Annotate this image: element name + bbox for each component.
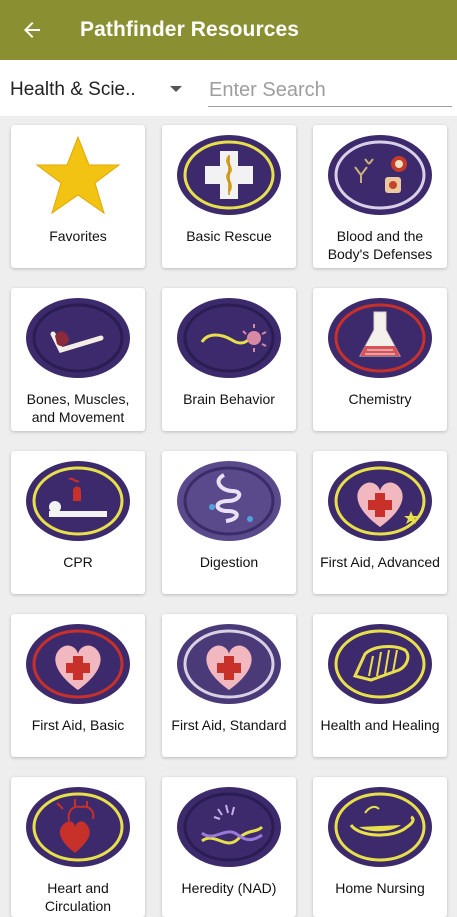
first-aid-advanced-patch-icon — [325, 457, 435, 545]
resource-card-brain-behavior[interactable]: Brain Behavior — [162, 288, 296, 431]
resource-grid: Favorites Basic Rescue Blood and the Bod… — [0, 116, 457, 917]
resource-card-chemistry[interactable]: Chemistry — [313, 288, 447, 431]
resource-card-label: Digestion — [199, 554, 259, 570]
resource-card-blood-defenses[interactable]: Blood and the Body's Defenses — [313, 125, 447, 268]
resource-card-label: First Aid, Basic — [31, 717, 125, 733]
resource-card-label: Brain Behavior — [183, 391, 275, 407]
health-healing-patch-icon — [325, 620, 435, 708]
heredity-patch-icon — [174, 783, 284, 871]
resource-card-cpr[interactable]: CPR — [11, 451, 145, 594]
bones-muscles-patch-icon — [23, 294, 133, 382]
app-bar: Pathfinder Resources — [0, 0, 457, 60]
resource-card-label: Favorites — [49, 228, 107, 244]
resource-card-label: Home Nursing — [335, 880, 425, 896]
arrow-left-icon[interactable] — [20, 18, 44, 42]
home-nursing-patch-icon — [325, 783, 435, 871]
basic-rescue-patch-icon — [174, 131, 284, 219]
category-dropdown[interactable]: Health & Scie.. — [10, 76, 185, 104]
chevron-down-icon — [170, 86, 182, 92]
resource-card-first-aid-advanced[interactable]: First Aid, Advanced — [313, 451, 447, 594]
cpr-patch-icon — [23, 457, 133, 545]
resource-card-digestion[interactable]: Digestion — [162, 451, 296, 594]
resource-card-favorites[interactable]: Favorites — [11, 125, 145, 268]
resource-card-label: CPR — [63, 554, 93, 570]
resource-card-label: Chemistry — [348, 391, 412, 407]
resource-card-label: Heart and Circulation — [44, 880, 112, 914]
chemistry-patch-icon — [325, 294, 435, 382]
heart-circulation-patch-icon — [23, 783, 133, 871]
category-dropdown-value: Health & Scie.. — [10, 79, 136, 100]
resource-card-home-nursing[interactable]: Home Nursing — [313, 777, 447, 917]
resource-card-label: First Aid, Standard — [171, 717, 287, 733]
resource-card-basic-rescue[interactable]: Basic Rescue — [162, 125, 296, 268]
resource-card-label: Health and Healing — [320, 717, 440, 733]
resource-card-bones-muscles[interactable]: Bones, Muscles, and Movement — [11, 288, 145, 431]
first-aid-basic-patch-icon — [23, 620, 133, 708]
resource-card-label: Basic Rescue — [186, 228, 272, 244]
resource-card-heredity[interactable]: Heredity (NAD) — [162, 777, 296, 917]
search-input[interactable] — [208, 74, 452, 107]
blood-defenses-patch-icon — [325, 131, 435, 219]
resource-card-heart-circulation[interactable]: Heart and Circulation — [11, 777, 145, 917]
filter-bar: Health & Scie.. — [0, 60, 457, 116]
page-title: Pathfinder Resources — [80, 18, 300, 41]
resource-card-first-aid-basic[interactable]: First Aid, Basic — [11, 614, 145, 757]
resource-card-label: Bones, Muscles, and Movement — [26, 391, 130, 425]
resource-card-label: Heredity (NAD) — [181, 880, 277, 896]
resource-card-label: Blood and the Body's Defenses — [327, 228, 433, 262]
star-icon — [23, 131, 133, 219]
brain-behavior-patch-icon — [174, 294, 284, 382]
resource-card-first-aid-standard[interactable]: First Aid, Standard — [162, 614, 296, 757]
first-aid-standard-patch-icon — [174, 620, 284, 708]
digestion-patch-icon — [174, 457, 284, 545]
resource-card-health-healing[interactable]: Health and Healing — [313, 614, 447, 757]
resource-card-label: First Aid, Advanced — [320, 554, 440, 570]
